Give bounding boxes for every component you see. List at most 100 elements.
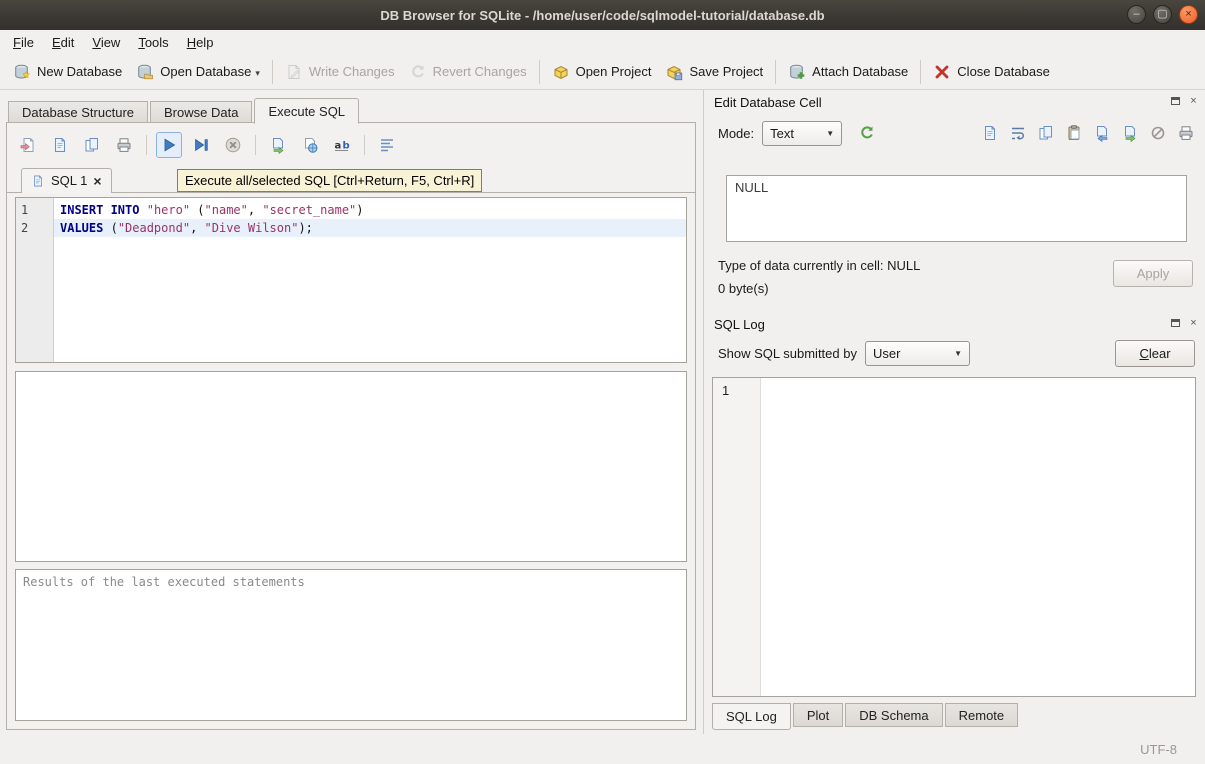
set-as-null-button[interactable]	[1149, 124, 1167, 142]
apply-button[interactable]: Apply	[1113, 260, 1193, 287]
save-project-button[interactable]: Save Project	[658, 59, 770, 85]
save-sql-file-button[interactable]	[47, 132, 73, 158]
window-controls: –▢ ×	[1127, 5, 1198, 24]
open-sql-file-button[interactable]	[15, 132, 41, 158]
revert-changes-button[interactable]: Revert Changes	[402, 59, 534, 85]
maximize-button[interactable]: ▢	[1153, 5, 1172, 24]
log-line-gutter: 1	[713, 378, 761, 696]
app-window: DB Browser for SQLite - /home/user/code/…	[0, 0, 1205, 764]
open-database-button[interactable]: Open Database ▾	[129, 59, 267, 85]
print-sql-icon	[115, 136, 133, 154]
tooltip: Execute all/selected SQL [Ctrl+Return, F…	[177, 169, 482, 192]
open-saved-query-button[interactable]	[297, 132, 323, 158]
chevron-down-icon: ▼	[826, 129, 834, 138]
attach-database-button[interactable]: Attach Database	[781, 59, 915, 85]
export-to-file-icon	[1121, 124, 1139, 142]
stop-execution-icon	[224, 136, 242, 154]
execute-all-button[interactable]	[156, 132, 182, 158]
sql-editor[interactable]: 12 INSERT INTO "hero" ("name", "secret_n…	[15, 197, 687, 363]
paste-cell-button[interactable]	[1065, 124, 1083, 142]
new-database-button[interactable]: New Database	[6, 59, 129, 85]
auto-switch-mode-button[interactable]	[854, 120, 880, 146]
tab-plot[interactable]: Plot	[793, 703, 843, 727]
cell-type-info: Type of data currently in cell: NULL	[718, 258, 920, 273]
sql-log-dock-buttons: ×	[1169, 316, 1200, 329]
export-results-icon	[269, 136, 287, 154]
menu-file[interactable]: File	[4, 32, 43, 53]
toolbar-button-label: New Database	[37, 64, 122, 79]
log-filter-select[interactable]: User ▼	[865, 341, 970, 366]
tab-database-structure[interactable]: Database Structure	[8, 101, 148, 123]
menu-edit[interactable]: Edit	[43, 32, 83, 53]
execution-messages: Results of the last executed statements	[15, 569, 687, 721]
word-wrap-button[interactable]	[1009, 124, 1027, 142]
toolbar-separator	[920, 60, 921, 84]
text-document-button[interactable]	[981, 124, 999, 142]
toolbar-button-label: Write Changes	[309, 64, 395, 79]
open-sql-file-icon	[19, 136, 37, 154]
open-project-button[interactable]: Open Project	[545, 59, 659, 85]
format-sql-icon	[378, 136, 396, 154]
toolbar-button-label: Revert Changes	[433, 64, 527, 79]
cell-value: NULL	[735, 180, 768, 195]
sql-tab[interactable]: SQL 1 ×	[21, 168, 112, 193]
toolbar-button-label: Save Project	[689, 64, 763, 79]
bottom-tab-bar: SQL LogPlotDB SchemaRemote	[712, 703, 1020, 730]
attach-database-icon	[788, 63, 806, 81]
print-sql-button[interactable]	[111, 132, 137, 158]
svg-text:b: b	[343, 141, 350, 152]
line-number-gutter: 12	[16, 198, 54, 362]
close-button[interactable]: ×	[1179, 5, 1198, 24]
float-dock-icon[interactable]	[1169, 316, 1182, 329]
tab-sql-log[interactable]: SQL Log	[712, 703, 791, 730]
close-dock-icon[interactable]: ×	[1187, 316, 1200, 329]
revert-changes-icon	[409, 63, 427, 81]
write-changes-button[interactable]: Write Changes	[278, 59, 402, 85]
stop-execution-button[interactable]	[220, 132, 246, 158]
results-placeholder: Results of the last executed statements	[23, 575, 305, 589]
edit-cell-title: Edit Database Cell	[714, 95, 822, 110]
print-cell-button[interactable]	[1177, 124, 1195, 142]
sql-tab-label: SQL 1	[51, 173, 87, 188]
float-dock-icon[interactable]	[1169, 94, 1182, 107]
autocomplete-button[interactable]: ab	[329, 132, 355, 158]
export-to-file-button[interactable]	[1121, 124, 1139, 142]
tab-execute-sql[interactable]: Execute SQL	[254, 98, 359, 124]
word-wrap-icon	[1009, 124, 1027, 142]
toolbar-separator	[272, 60, 273, 84]
execute-current-line-button[interactable]	[188, 132, 214, 158]
tab-browse-data[interactable]: Browse Data	[150, 101, 252, 123]
close-tab-icon[interactable]: ×	[93, 175, 101, 187]
write-changes-icon	[285, 63, 303, 81]
execute-all-icon	[160, 136, 178, 154]
menu-view[interactable]: View	[83, 32, 129, 53]
close-dock-icon[interactable]: ×	[1187, 94, 1200, 107]
clear-log-button[interactable]: Clear	[1115, 340, 1195, 367]
main-toolbar: New Database Open Database ▾ Write Changes R…	[0, 54, 1205, 90]
tab-db-schema[interactable]: DB Schema	[845, 703, 942, 727]
cell-value-editor[interactable]: NULL	[726, 175, 1187, 242]
close-database-button[interactable]: Close Database	[926, 59, 1057, 85]
sql-code-area[interactable]: INSERT INTO "hero" ("name", "secret_name…	[54, 198, 686, 362]
menu-tools[interactable]: Tools	[129, 32, 177, 53]
export-results-button[interactable]	[265, 132, 291, 158]
code-line: VALUES ("Deadpond", "Dive Wilson");	[54, 219, 686, 237]
minimize-button[interactable]: –	[1127, 5, 1146, 24]
copy-cell-icon	[1037, 124, 1055, 142]
toolbar-button-label: Open Database	[160, 64, 251, 79]
import-from-file-button[interactable]	[1093, 124, 1111, 142]
save-sql-file-as-button[interactable]	[79, 132, 105, 158]
open-database-icon	[136, 63, 154, 81]
dropdown-arrow-icon[interactable]: ▾	[255, 68, 260, 81]
sql-log-title: SQL Log	[714, 317, 765, 332]
copy-cell-button[interactable]	[1037, 124, 1055, 142]
close-database-icon	[933, 63, 951, 81]
tab-remote[interactable]: Remote	[945, 703, 1019, 727]
toolbar-button-label: Close Database	[957, 64, 1050, 79]
mode-select[interactable]: Text ▼	[762, 121, 842, 146]
format-sql-button[interactable]	[374, 132, 400, 158]
open-saved-query-icon	[301, 136, 319, 154]
menu-help[interactable]: Help	[178, 32, 223, 53]
chevron-down-icon: ▼	[954, 349, 962, 358]
print-cell-icon	[1177, 124, 1195, 142]
